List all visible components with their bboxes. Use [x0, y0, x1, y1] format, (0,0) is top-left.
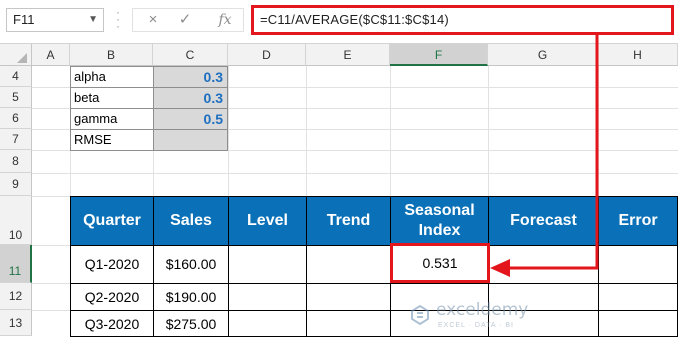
fx-icon[interactable]: fx — [213, 9, 237, 31]
table-cell-quarter[interactable]: Q1-2020 — [70, 245, 154, 284]
table-header-quarter[interactable]: Quarter — [70, 196, 154, 246]
watermark-name: exceldemy — [436, 300, 529, 320]
select-all-corner[interactable] — [0, 44, 32, 66]
table-cell-forecast[interactable] — [488, 245, 599, 284]
seasonal-index-value[interactable]: 0.531 — [393, 246, 487, 280]
exceldemy-watermark: exceldemy EXCEL · DATA · BI — [408, 300, 598, 336]
name-box[interactable]: F11 ▼ — [6, 8, 104, 32]
table-header-trend[interactable]: Trend — [306, 196, 391, 246]
formula-buttons: × ✓ fx — [132, 8, 244, 32]
column-header-d[interactable]: D — [228, 44, 306, 66]
cancel-icon[interactable]: × — [141, 9, 165, 31]
param-label-gamma[interactable]: gamma — [70, 108, 154, 130]
column-header-b[interactable]: B — [70, 44, 153, 66]
param-label-beta[interactable]: beta — [70, 87, 154, 109]
watermark-tagline: EXCEL · DATA · BI — [438, 322, 514, 329]
row-header-10[interactable]: 10 — [0, 196, 32, 245]
table-cell-trend[interactable] — [306, 310, 391, 337]
exceldemy-logo-icon — [411, 304, 429, 326]
chevron-down-icon[interactable]: ▼ — [88, 9, 98, 31]
column-header-g[interactable]: G — [488, 44, 598, 66]
grid-line — [32, 173, 678, 174]
drag-handle-icon[interactable]: · · · — [112, 6, 124, 32]
table-cell-error[interactable] — [598, 283, 678, 311]
row-header-9[interactable]: 9 — [0, 173, 32, 196]
param-label-rmse[interactable]: RMSE — [70, 129, 154, 151]
table-cell-sales[interactable]: $275.00 — [153, 310, 229, 337]
row-header-8[interactable]: 8 — [0, 150, 32, 173]
row-header-12[interactable]: 12 — [0, 283, 32, 310]
param-value-alpha[interactable]: 0.3 — [153, 66, 228, 88]
param-value-rmse[interactable] — [153, 129, 228, 151]
table-header-forecast[interactable]: Forecast — [488, 196, 599, 246]
table-cell-error[interactable] — [598, 310, 678, 337]
table-header-seasonal-index[interactable]: Seasonal Index — [390, 196, 489, 246]
check-icon[interactable]: ✓ — [173, 9, 197, 31]
table-cell-trend[interactable] — [306, 283, 391, 311]
table-cell-sales[interactable]: $160.00 — [153, 245, 229, 284]
row-header-7[interactable]: 7 — [0, 129, 32, 150]
row-header-13[interactable]: 13 — [0, 310, 32, 336]
table-header-level[interactable]: Level — [228, 196, 307, 246]
column-header-c[interactable]: C — [153, 44, 228, 66]
column-header-e[interactable]: E — [306, 44, 390, 66]
table-cell-quarter[interactable]: Q3-2020 — [70, 310, 154, 337]
row-header-4[interactable]: 4 — [0, 66, 32, 87]
formula-bar: F11 ▼ · · · × ✓ fx =C11/AVERAGE($C$11:$C$1… — [0, 0, 678, 44]
row-header-6[interactable]: 6 — [0, 108, 32, 129]
column-header-f[interactable]: F — [390, 44, 488, 66]
table-cell-level[interactable] — [228, 245, 307, 284]
column-header-a[interactable]: A — [32, 44, 70, 66]
row-header-5[interactable]: 5 — [0, 87, 32, 108]
table-cell-sales[interactable]: $190.00 — [153, 283, 229, 311]
table-header-sales[interactable]: Sales — [153, 196, 229, 246]
param-label-alpha[interactable]: alpha — [70, 66, 154, 88]
table-header-error[interactable]: Error — [598, 196, 678, 246]
formula-input[interactable]: =C11/AVERAGE($C$11:$C$14) — [251, 5, 674, 35]
row-header-11[interactable]: 11 — [0, 245, 32, 283]
table-cell-quarter[interactable]: Q2-2020 — [70, 283, 154, 311]
column-header-h[interactable]: H — [598, 44, 678, 66]
name-box-value: F11 — [13, 12, 35, 27]
table-cell-trend[interactable] — [306, 245, 391, 284]
table-cell-level[interactable] — [228, 310, 307, 337]
table-cell-level[interactable] — [228, 283, 307, 311]
param-value-beta[interactable]: 0.3 — [153, 87, 228, 109]
param-value-gamma[interactable]: 0.5 — [153, 108, 228, 130]
table-cell-error[interactable] — [598, 245, 678, 284]
